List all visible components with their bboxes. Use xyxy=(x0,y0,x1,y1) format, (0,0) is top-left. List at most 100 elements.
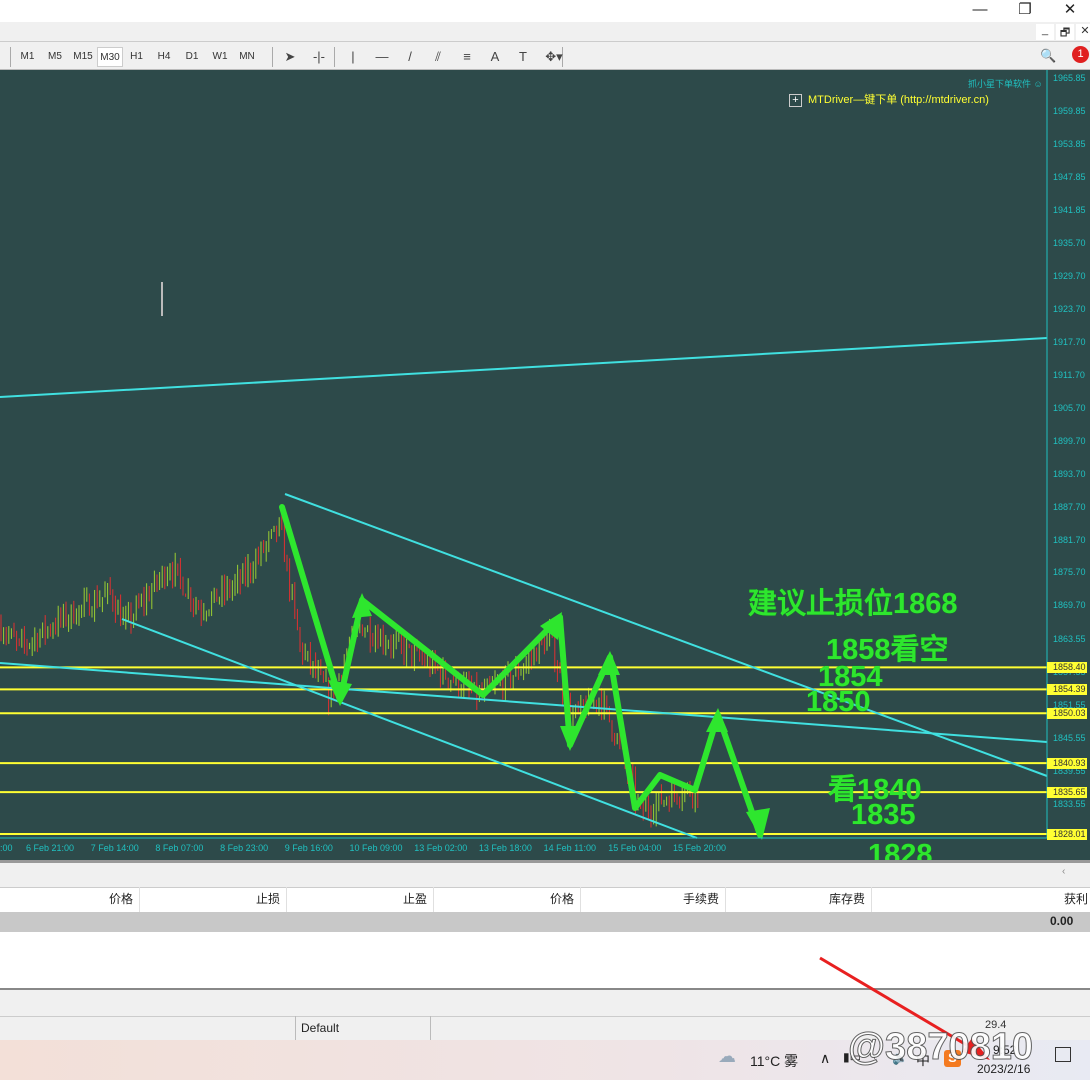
level-price-label: 1854.39 xyxy=(1047,684,1087,696)
col-stoploss[interactable]: 止损 xyxy=(140,887,287,912)
equidistant-channel-icon[interactable]: ⫽ xyxy=(427,47,449,67)
price-tick: 1941.85 xyxy=(1053,204,1086,215)
plugin-brand: 抓小星下单软件 ☺ xyxy=(968,79,1043,89)
timeframe-m5[interactable]: M5 xyxy=(41,47,69,67)
expand-plus-icon[interactable]: + xyxy=(789,93,802,107)
price-tick: 1917.70 xyxy=(1053,337,1086,348)
time-tick: 15 Feb 20:00 xyxy=(673,843,727,853)
col-swap[interactable]: 库存费 xyxy=(726,887,872,912)
horizontal-line-icon[interactable]: — xyxy=(371,47,393,67)
annotation-1850: 1850 xyxy=(806,686,871,718)
toolbar-separator xyxy=(334,47,335,67)
vertical-line-icon[interactable]: | xyxy=(342,47,364,67)
restore-button[interactable]: ❐ xyxy=(1005,0,1045,22)
price-tick: 1881.70 xyxy=(1053,534,1086,545)
time-tick: 10 Feb 09:00 xyxy=(349,843,403,853)
arrow-head-down xyxy=(560,726,580,751)
price-tick: 1935.70 xyxy=(1053,238,1086,249)
col-price-current[interactable]: 价格 xyxy=(434,887,581,912)
title-bar xyxy=(0,0,1090,22)
mtdriver-panel[interactable]: + MTDriver—键下单 (http://mtdriver.cn) xyxy=(789,91,989,107)
timeframe-h1[interactable]: H1 xyxy=(123,47,150,67)
timeframe-w1[interactable]: W1 xyxy=(206,47,234,67)
upper-trendline[interactable] xyxy=(0,337,1048,398)
fibonacci-icon[interactable]: ≡ xyxy=(456,47,478,67)
level-price-label: 1840.93 xyxy=(1047,758,1087,770)
text-icon[interactable]: A xyxy=(484,47,506,67)
toolbar-separator xyxy=(10,47,11,67)
terminal-tabs xyxy=(0,990,1090,1016)
scroll-panel xyxy=(0,863,1090,887)
price-tick: 1875.70 xyxy=(1053,567,1086,578)
chart-close-button[interactable]: ✕ xyxy=(1076,24,1090,40)
status-profile: Default xyxy=(295,1016,431,1040)
scroll-left-icon[interactable]: ‹ xyxy=(1062,866,1065,877)
level-price-label: 1835.65 xyxy=(1047,787,1087,799)
toolbar-separator xyxy=(272,47,273,67)
tray-expand-icon[interactable]: ∧ xyxy=(820,1050,830,1067)
price-tick: 1887.70 xyxy=(1053,501,1086,512)
price-tick: 1947.85 xyxy=(1053,171,1086,182)
price-tick: 1869.70 xyxy=(1053,600,1086,611)
price-tick: 1911.70 xyxy=(1053,369,1085,380)
price-tick: 1863.55 xyxy=(1053,634,1086,645)
timeframe-h4[interactable]: H4 xyxy=(150,47,178,67)
price-tick: 1965.85 xyxy=(1053,73,1086,83)
time-tick: 6 Feb 21:00 xyxy=(26,843,75,853)
time-tick: 9 Feb 16:00 xyxy=(284,843,333,853)
time-tick: 15 Feb 04:00 xyxy=(608,843,662,853)
arrow-head-up xyxy=(598,651,620,675)
col-price[interactable]: 价格 xyxy=(0,887,140,912)
timeframe-m30[interactable]: M30 xyxy=(97,47,123,67)
weather-icon: ☁ xyxy=(718,1046,736,1066)
arrow-head-up xyxy=(706,708,728,732)
time-tick: 13 Feb 02:00 xyxy=(414,843,468,853)
timeframe-m15[interactable]: M15 xyxy=(69,47,97,67)
channel-bottom-trendline[interactable] xyxy=(121,618,698,839)
time-tick: :00 xyxy=(0,843,13,853)
notification-center-icon[interactable] xyxy=(1055,1047,1071,1062)
col-commission[interactable]: 手续费 xyxy=(581,887,726,912)
price-tick: 1905.70 xyxy=(1053,402,1086,413)
col-profit[interactable]: 获利 xyxy=(872,887,1090,912)
price-chart[interactable] xyxy=(0,70,1090,860)
timeframe-d1[interactable]: D1 xyxy=(178,47,206,67)
notification-badge[interactable]: 1 xyxy=(1072,46,1089,63)
minimize-button[interactable]: — xyxy=(960,0,1000,22)
price-tick: 1845.55 xyxy=(1053,732,1086,743)
annotation-stoploss: 建议止损位1868 xyxy=(748,588,958,620)
watermark: @3870810 xyxy=(848,1026,1034,1069)
balance-row xyxy=(0,912,1090,932)
cursor-arrow-icon[interactable]: ➤ xyxy=(279,47,301,67)
price-tick: 1923.70 xyxy=(1053,304,1086,315)
level-price-label: 1828.01 xyxy=(1047,829,1087,840)
timeframe-m1[interactable]: M1 xyxy=(14,47,41,67)
time-tick: 7 Feb 14:00 xyxy=(90,843,139,853)
mdi-bar xyxy=(0,22,1090,42)
timeframe-mn[interactable]: MN xyxy=(234,47,260,67)
weather-text[interactable]: 11°C 雾 xyxy=(750,1051,798,1071)
search-icon[interactable]: 🔍 xyxy=(1040,48,1056,64)
crosshair-icon[interactable]: -|- xyxy=(308,47,330,67)
time-tick: 8 Feb 07:00 xyxy=(155,843,204,853)
close-button[interactable]: ✕ xyxy=(1050,0,1090,22)
chart-minimize-button[interactable]: _ xyxy=(1036,24,1054,40)
time-tick: 13 Feb 18:00 xyxy=(478,843,532,853)
time-tick: 8 Feb 23:00 xyxy=(220,843,269,853)
arrows-dropdown-icon[interactable]: ✥▾ xyxy=(543,47,565,67)
terminal-body xyxy=(0,932,1090,988)
level-price-label: 1850.03 xyxy=(1047,708,1087,720)
total-profit: 0.00 xyxy=(1050,914,1074,928)
trendline-icon[interactable]: / xyxy=(399,47,421,67)
price-tick: 1953.85 xyxy=(1053,138,1086,149)
col-takeprofit[interactable]: 止盈 xyxy=(287,887,434,912)
price-tick: 1899.70 xyxy=(1053,435,1086,446)
price-tick: 1833.55 xyxy=(1053,798,1086,809)
price-tick: 1959.85 xyxy=(1053,105,1086,116)
annotation-1835: 1835 xyxy=(851,799,916,831)
price-tick: 1929.70 xyxy=(1053,271,1086,282)
price-tick: 1893.70 xyxy=(1053,468,1086,479)
chart-restore-button[interactable]: 🗗 xyxy=(1056,24,1074,40)
time-tick: 14 Feb 11:00 xyxy=(543,843,596,853)
text-label-icon[interactable]: T xyxy=(512,47,534,67)
